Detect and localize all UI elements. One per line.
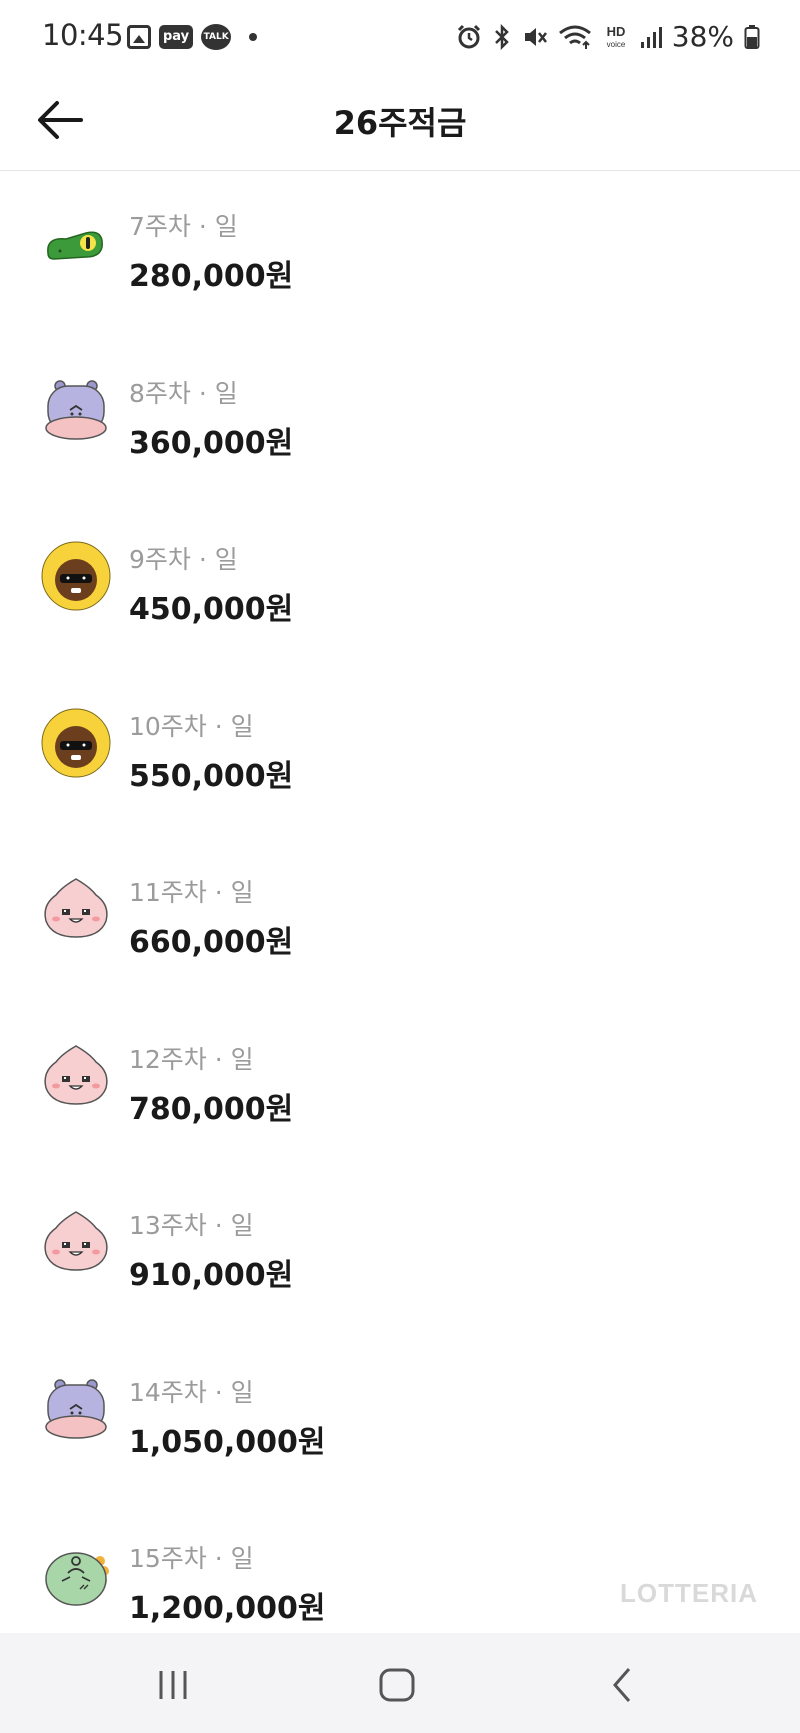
battery-icon: [744, 24, 760, 49]
week-label: 9주차 · 일: [129, 545, 238, 574]
chevron-left-icon: [613, 1668, 631, 1702]
amount: 780,000원: [129, 1091, 294, 1127]
bluetooth-icon: [494, 23, 509, 50]
list-item[interactable]: 11주차 · 일 660,000원: [0, 837, 800, 1004]
afro-sunglasses-character-icon: [41, 541, 111, 611]
peach-character-icon: [44, 1211, 108, 1271]
mute-icon: [524, 27, 547, 46]
amount: 1,200,000원: [129, 1591, 326, 1626]
week-label: 15주차 · 일: [129, 1544, 254, 1573]
list-item[interactable]: 14주차 · 일 1,050,000원: [0, 1337, 800, 1504]
recent-apps-icon: [159, 1671, 187, 1699]
peach-character-icon: [44, 1044, 108, 1105]
week-label: 14주차 · 일: [129, 1377, 254, 1407]
gallery-icon: [127, 25, 151, 49]
hd-voice-icon: HD voice: [606, 24, 625, 49]
wifi-icon: [558, 25, 591, 49]
amount: 450,000원: [129, 592, 294, 627]
home-button[interactable]: [367, 1661, 427, 1709]
week-label: 10주차 · 일: [129, 711, 254, 741]
notification-icons: pay TALK: [127, 24, 258, 50]
alarm-icon: [457, 24, 480, 48]
more-notifications-icon: [249, 33, 258, 41]
svg-text:HD: HD: [606, 24, 625, 39]
week-label: 13주차 · 일: [129, 1211, 254, 1240]
system-icons: HD voice 38%: [456, 20, 760, 53]
list-item[interactable]: 7주차 · 일 280,000원: [0, 171, 800, 338]
system-back-button[interactable]: [592, 1661, 652, 1709]
pay-icon: pay: [159, 25, 194, 49]
app-header: 26주적금: [0, 76, 800, 171]
peach-character-icon: [44, 878, 108, 938]
amount: 360,000원: [129, 425, 294, 461]
hippo-character-icon: [45, 379, 107, 440]
lizard-character-icon: [47, 231, 103, 260]
signal-icon: [640, 26, 662, 48]
watermark: LOTTERIA: [620, 1578, 758, 1608]
home-icon: [379, 1668, 415, 1702]
amount: 660,000원: [129, 925, 294, 960]
afro-sunglasses-character-icon: [41, 708, 111, 777]
amount: 280,000원: [129, 259, 294, 294]
week-label: 7주차 · 일: [129, 212, 238, 241]
dino-character-icon: [45, 1552, 109, 1606]
recent-apps-button[interactable]: [143, 1661, 203, 1709]
week-label: 11주차 · 일: [129, 878, 254, 907]
kakaotalk-icon: TALK: [201, 24, 232, 50]
amount: 550,000원: [129, 758, 294, 794]
list-item[interactable]: 10주차 · 일 550,000원: [0, 671, 800, 838]
page-title: 26주적금: [333, 104, 467, 142]
week-label: 8주차 · 일: [129, 378, 238, 408]
list-item[interactable]: 12주차 · 일 780,000원: [0, 1004, 800, 1171]
week-label: 12주차 · 일: [129, 1044, 254, 1074]
navigation-bar: [0, 1633, 800, 1733]
amount: 910,000원: [129, 1258, 294, 1293]
list-item[interactable]: 8주차 · 일 360,000원: [0, 338, 800, 505]
list-item[interactable]: 13주차 · 일 910,000원: [0, 1170, 800, 1337]
status-bar: 10:45 pay TALK HD voice 38%: [0, 0, 800, 76]
savings-schedule-list: 7주차 · 일 280,000원 8주차 · 일 360,000원 9주차 · …: [0, 171, 800, 1670]
status-time: 10:45: [42, 18, 124, 52]
hippo-character-icon: [45, 1378, 107, 1439]
list-item[interactable]: 9주차 · 일 450,000원: [0, 504, 800, 671]
amount: 1,050,000원: [129, 1424, 326, 1460]
svg-text:voice: voice: [606, 40, 625, 49]
battery-percent: 38%: [671, 20, 734, 53]
